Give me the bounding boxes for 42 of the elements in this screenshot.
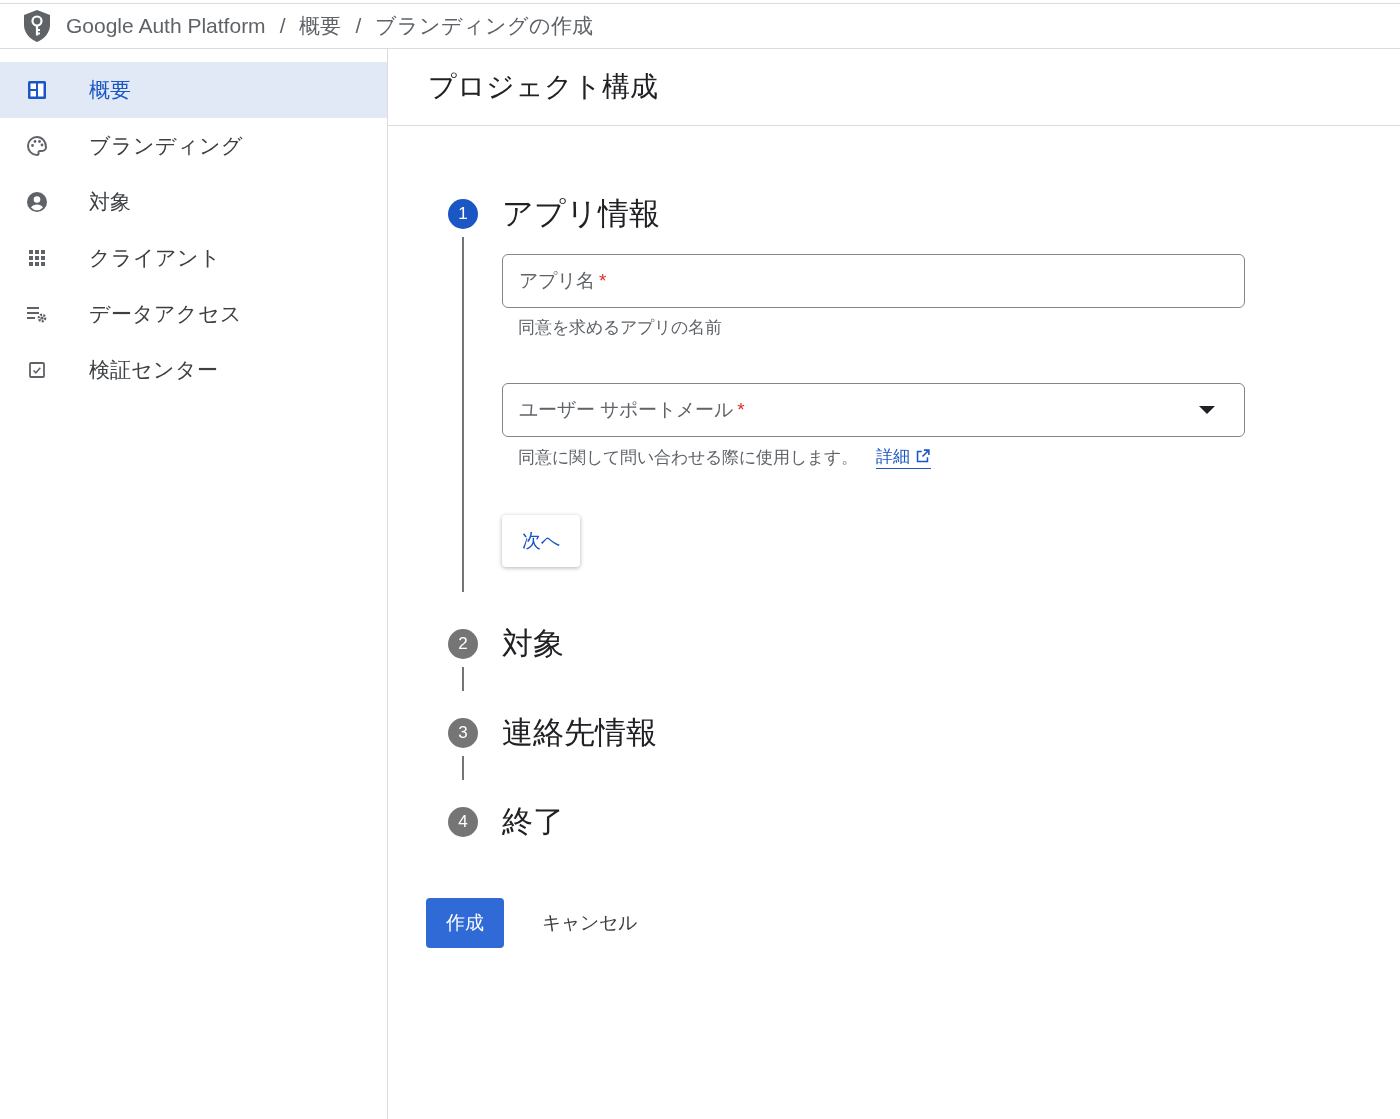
sidebar-item-label: データアクセス [89, 301, 242, 327]
person-icon [25, 190, 49, 214]
breadcrumb-separator: / [355, 14, 362, 38]
external-link-icon [914, 448, 931, 465]
helper-text: 同意を求めるアプリの名前 [518, 317, 722, 339]
create-button[interactable]: 作成 [426, 898, 504, 948]
field-label: ユーザー サポートメール * [519, 398, 745, 422]
sidebar-item-label: 対象 [89, 189, 131, 215]
select-field[interactable]: ユーザー サポートメール * [502, 383, 1245, 437]
field-label: アプリ名 * [519, 269, 607, 293]
dashboard-icon [25, 78, 49, 102]
palette-icon [25, 134, 49, 158]
step-title: アプリ情報 [502, 196, 661, 232]
sidebar-item-label: クライアント [89, 245, 221, 271]
page-title: プロジェクト構成 [428, 70, 658, 104]
sidebar-item-label: ブランディング [89, 133, 243, 159]
sidebar-item[interactable]: 検証センター [0, 342, 387, 398]
sidebar-item[interactable]: クライアント [0, 230, 387, 286]
sidebar-item-label: 概要 [89, 77, 131, 103]
step-number: 1 [448, 199, 478, 229]
breadcrumb-item[interactable]: 概要 [299, 12, 342, 40]
step-title: 終了 [502, 804, 565, 840]
details-link[interactable]: 詳細 [876, 445, 931, 469]
product-name[interactable]: Google Auth Platform [66, 14, 266, 38]
breadcrumb-item[interactable]: ブランディングの作成 [375, 12, 594, 40]
step-number: 4 [448, 807, 478, 837]
cancel-button[interactable]: キャンセル [524, 898, 655, 948]
next-button[interactable]: 次へ [502, 515, 580, 567]
sidebar-item[interactable]: ブランディング [0, 118, 387, 174]
sidebar-item[interactable]: 概要 [0, 62, 387, 118]
sidebar-item-label: 検証センター [89, 357, 218, 383]
breadcrumb-separator: / [279, 14, 286, 38]
step-title: 対象 [502, 626, 565, 662]
step-title: 連絡先情報 [502, 715, 658, 751]
step-number: 3 [448, 718, 478, 748]
sidebar-item[interactable]: データアクセス [0, 286, 387, 342]
step-number: 2 [448, 629, 478, 659]
input-field[interactable]: アプリ名 * [502, 254, 1245, 308]
helper-text: 同意に関して問い合わせる際に使用します。 [518, 446, 858, 469]
dropdown-caret-icon [1198, 405, 1216, 415]
sidebar-item[interactable]: 対象 [0, 174, 387, 230]
shield-key-icon [22, 9, 52, 43]
